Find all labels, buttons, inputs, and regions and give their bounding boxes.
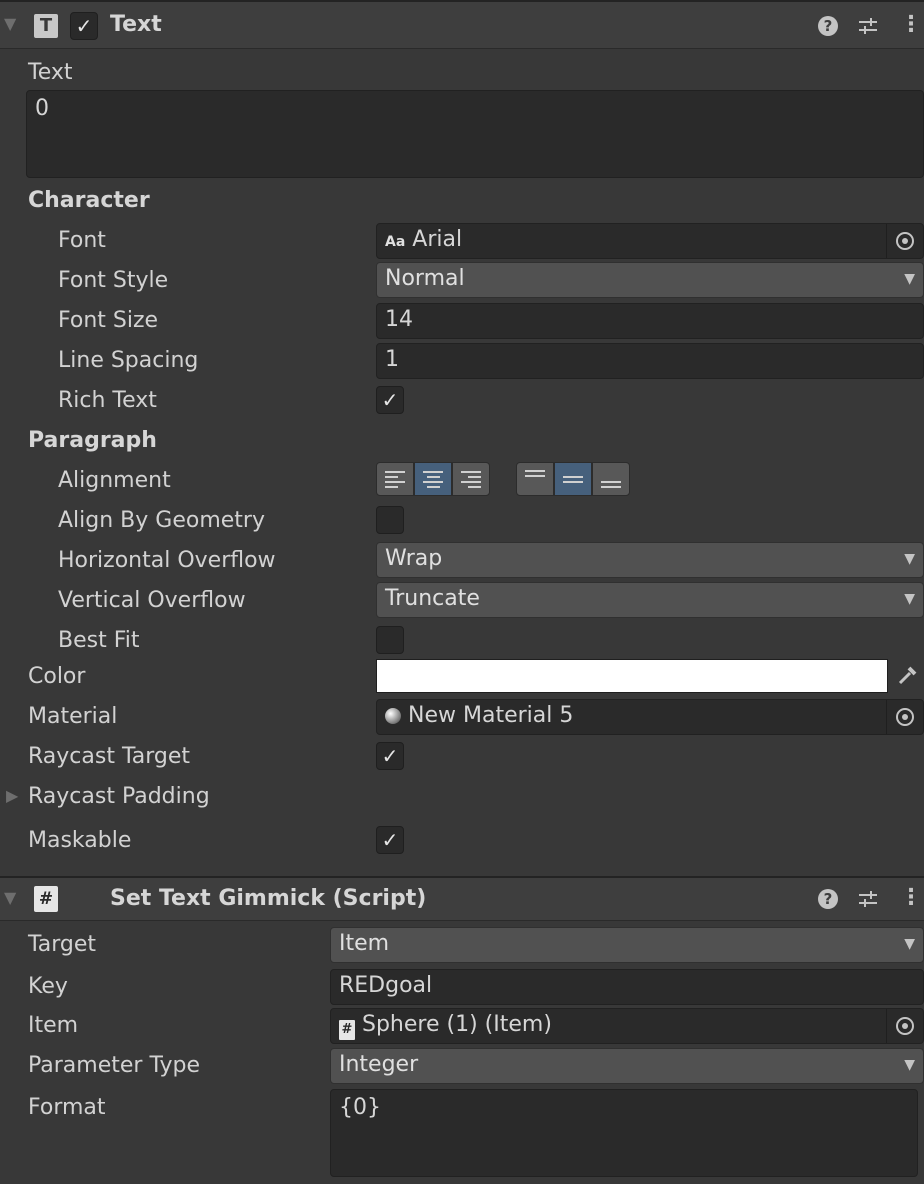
chevron-down-icon: ▼: [904, 271, 915, 287]
color-label: Color: [28, 664, 86, 689]
sliders-icon[interactable]: [857, 15, 879, 37]
align-bottom-button[interactable]: [592, 462, 630, 496]
material-sphere-icon: [385, 708, 401, 724]
align-middle-icon: [563, 475, 583, 483]
foldout-arrow-icon[interactable]: ▼: [4, 14, 16, 33]
component-title: Text: [110, 12, 162, 37]
horizontal-overflow-value: Wrap: [385, 546, 443, 571]
raycast-target-checkbox[interactable]: ✓: [376, 742, 404, 770]
vertical-overflow-label: Vertical Overflow: [58, 588, 246, 613]
text-value-area[interactable]: 0: [26, 90, 924, 178]
font-size-input[interactable]: 14: [376, 303, 924, 339]
item-label: Item: [28, 1013, 79, 1038]
format-label: Format: [28, 1095, 106, 1120]
raycast-padding-foldout[interactable]: Raycast Padding: [28, 782, 210, 812]
chevron-down-icon: ▼: [904, 936, 915, 952]
align-right-button[interactable]: [452, 462, 490, 496]
maskable-label: Maskable: [28, 828, 132, 853]
script-type-icon: #: [34, 886, 58, 912]
chevron-down-icon: ▼: [904, 1057, 915, 1073]
script-component-title: Set Text Gimmick (Script): [110, 886, 427, 911]
horizontal-overflow-dropdown[interactable]: Wrap ▼: [376, 542, 924, 578]
text-component-type-icon: T: [34, 14, 58, 38]
raycast-target-label: Raycast Target: [28, 744, 191, 769]
format-text-area[interactable]: {0}: [330, 1089, 918, 1177]
script-component-header[interactable]: ▼ # Set Text Gimmick (Script) ? ⋮: [0, 876, 924, 921]
align-by-geometry-label: Align By Geometry: [58, 508, 265, 533]
align-center-icon: [423, 470, 443, 488]
material-label: Material: [28, 704, 118, 729]
key-label: Key: [28, 974, 68, 999]
help-icon[interactable]: ?: [818, 16, 838, 36]
object-picker-icon[interactable]: [886, 1009, 923, 1043]
align-center-button[interactable]: [414, 462, 452, 496]
rich-text-label: Rich Text: [58, 388, 157, 413]
align-left-icon: [385, 470, 405, 488]
key-input[interactable]: REDgoal: [330, 969, 924, 1005]
item-object-field[interactable]: # Sphere (1) (Item): [330, 1008, 924, 1044]
help-icon[interactable]: ?: [818, 889, 838, 909]
font-style-label: Font Style: [58, 268, 169, 293]
target-value: Item: [339, 931, 390, 956]
best-fit-label: Best Fit: [58, 628, 140, 653]
eyedropper-icon[interactable]: [890, 659, 924, 693]
component-enabled-checkbox[interactable]: ✓: [70, 12, 98, 40]
parameter-type-dropdown[interactable]: Integer ▼: [330, 1048, 924, 1084]
kebab-menu-icon[interactable]: ⋮: [900, 885, 922, 910]
align-right-icon: [461, 470, 481, 488]
font-object-field[interactable]: Aa Arial: [376, 223, 924, 259]
vertical-overflow-value: Truncate: [385, 586, 480, 611]
text-label: Text: [28, 60, 73, 85]
horizontal-overflow-label: Horizontal Overflow: [58, 548, 276, 573]
align-left-button[interactable]: [376, 462, 414, 496]
vertical-overflow-dropdown[interactable]: Truncate ▼: [376, 582, 924, 618]
chevron-down-icon: ▼: [904, 591, 915, 607]
vertical-alignment-group: [516, 462, 630, 496]
maskable-checkbox[interactable]: ✓: [376, 826, 404, 854]
target-dropdown[interactable]: Item ▼: [330, 927, 924, 963]
material-value: New Material 5: [408, 703, 574, 728]
script-asset-icon: #: [339, 1020, 355, 1040]
rich-text-checkbox[interactable]: ✓: [376, 386, 404, 414]
foldout-arrow-icon[interactable]: ▶: [6, 786, 18, 805]
material-object-field[interactable]: New Material 5: [376, 699, 924, 735]
object-picker-icon[interactable]: [886, 700, 923, 734]
item-value: Sphere (1) (Item): [362, 1012, 552, 1037]
color-swatch-field[interactable]: [376, 659, 888, 693]
object-picker-icon[interactable]: [886, 224, 923, 258]
parameter-type-value: Integer: [339, 1052, 419, 1077]
sliders-icon[interactable]: [857, 888, 879, 910]
best-fit-checkbox[interactable]: [376, 626, 404, 654]
font-value: Arial: [412, 227, 463, 252]
target-label: Target: [28, 932, 97, 957]
chevron-down-icon: ▼: [904, 551, 915, 567]
font-label: Font: [58, 228, 106, 253]
font-asset-icon: Aa: [385, 234, 406, 250]
parameter-type-label: Parameter Type: [28, 1053, 200, 1078]
line-spacing-label: Line Spacing: [58, 348, 199, 373]
align-by-geometry-checkbox[interactable]: [376, 506, 404, 534]
line-spacing-input[interactable]: 1: [376, 343, 924, 379]
align-top-icon: [525, 470, 545, 477]
alignment-label: Alignment: [58, 468, 171, 493]
font-style-value: Normal: [385, 266, 465, 291]
align-top-button[interactable]: [516, 462, 554, 496]
horizontal-alignment-group: [376, 462, 490, 496]
paragraph-section-label: Paragraph: [28, 428, 157, 453]
font-style-dropdown[interactable]: Normal ▼: [376, 262, 924, 298]
kebab-menu-icon[interactable]: ⋮: [900, 12, 922, 37]
text-component-header[interactable]: ▼ T ✓ Text ? ⋮: [0, 0, 924, 49]
align-middle-button[interactable]: [554, 462, 592, 496]
font-size-label: Font Size: [58, 308, 159, 333]
character-section-label: Character: [28, 188, 150, 213]
foldout-arrow-icon[interactable]: ▼: [4, 888, 16, 907]
align-bottom-icon: [601, 481, 621, 488]
